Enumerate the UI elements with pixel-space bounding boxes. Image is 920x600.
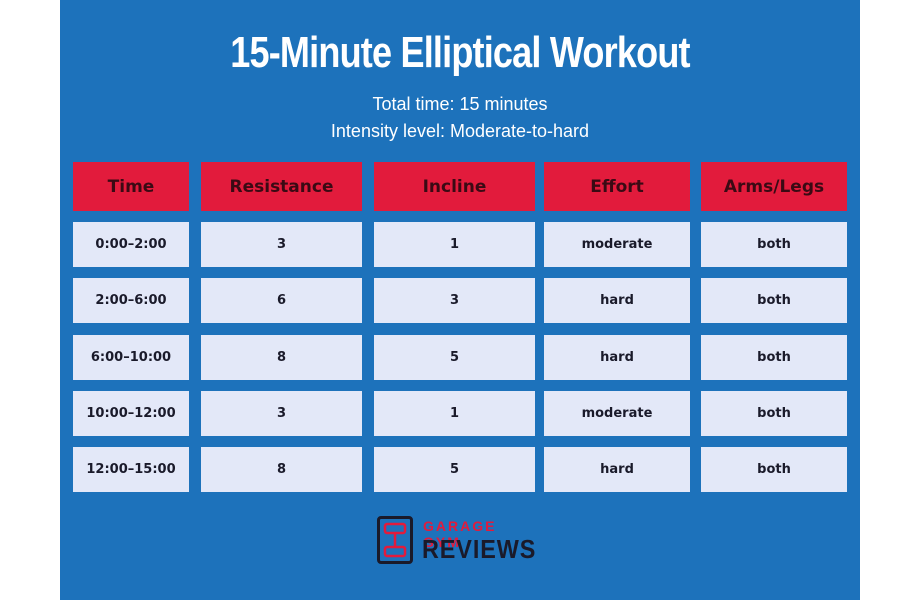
table-cell-effort: moderate [544,222,690,267]
page-title: 15-Minute Elliptical Workout [230,28,690,77]
total-time-subtitle: Total time: 15 minutes [372,94,548,114]
intensity-subtitle: Intensity level: Moderate-to-hard [330,121,590,141]
garage-gym-reviews-logo: GARAGE GYM REVIEWS [375,514,535,568]
table-cell-resistance: 3 [201,222,362,267]
column-header-time: Time [73,162,189,211]
table-cell-time: 2:00–6:00 [73,278,189,323]
table-cell-incline: 1 [374,391,535,436]
column-header-arms-legs: Arms/Legs [701,162,847,211]
dumbbell-icon [377,516,413,564]
table-cell-incline: 5 [374,335,535,380]
table-cell-time: 12:00–15:00 [73,447,189,492]
table-cell-effort: hard [544,447,690,492]
table-cell-resistance: 6 [201,278,362,323]
table-cell-time: 0:00–2:00 [73,222,189,267]
table-cell-effort: hard [544,335,690,380]
table-cell-incline: 3 [374,278,535,323]
infographic-panel: 15-Minute Elliptical Workout Total time:… [60,0,860,600]
table-cell-incline: 5 [374,447,535,492]
table-cell-incline: 1 [374,222,535,267]
column-header-effort: Effort [544,162,690,211]
table-cell-time: 10:00–12:00 [73,391,189,436]
column-header-resistance: Resistance [201,162,362,211]
table-cell-resistance: 8 [201,447,362,492]
table-cell-arms-legs: both [701,335,847,380]
table-cell-arms-legs: both [701,278,847,323]
table-cell-resistance: 8 [201,335,362,380]
column-header-incline: Incline [374,162,535,211]
table-cell-resistance: 3 [201,391,362,436]
table-cell-effort: hard [544,278,690,323]
table-cell-arms-legs: both [701,447,847,492]
logo-text-bottom: REVIEWS [422,534,537,564]
table-cell-time: 6:00–10:00 [73,335,189,380]
table-cell-effort: moderate [544,391,690,436]
table-cell-arms-legs: both [701,391,847,436]
table-cell-arms-legs: both [701,222,847,267]
